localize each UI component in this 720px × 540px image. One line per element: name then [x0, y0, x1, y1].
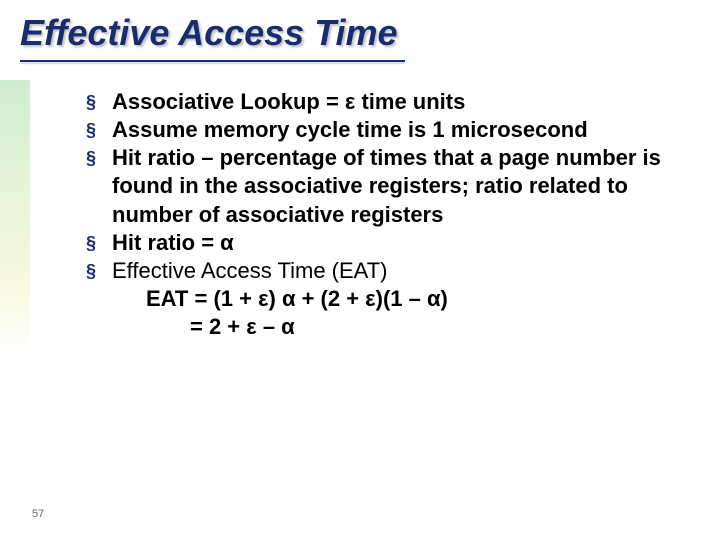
bullet-icon: §	[86, 260, 96, 283]
bullet-icon: §	[86, 119, 96, 142]
page-number: 57	[32, 508, 44, 520]
bullet-4: § Hit ratio = α	[86, 229, 686, 257]
bullet-2: § Assume memory cycle time is 1 microsec…	[86, 116, 686, 144]
bullet-text: Hit ratio = α	[112, 230, 234, 255]
slide-title: Effective Access Time	[20, 12, 398, 54]
bullet-icon: §	[86, 91, 96, 114]
equation-line-2: = 2 + ε – α	[86, 313, 686, 341]
side-gradient	[0, 80, 30, 540]
bullet-icon: §	[86, 147, 96, 170]
title-underline	[20, 60, 405, 62]
bullet-icon: §	[86, 232, 96, 255]
bullet-5: § Effective Access Time (EAT)	[86, 257, 686, 285]
bullet-text: Effective Access Time (EAT)	[112, 258, 387, 283]
content-area: § Associative Lookup = ε time units § As…	[86, 88, 686, 341]
bullet-1: § Associative Lookup = ε time units	[86, 88, 686, 116]
bullet-3: § Hit ratio – percentage of times that a…	[86, 144, 686, 228]
bullet-text: Associative Lookup = ε time units	[112, 89, 465, 114]
bullet-text: Hit ratio – percentage of times that a p…	[112, 145, 661, 226]
bullet-text: Assume memory cycle time is 1 microsecon…	[112, 117, 588, 142]
equation-line-1: EAT = (1 + ε) α + (2 + ε)(1 – α)	[86, 285, 686, 313]
